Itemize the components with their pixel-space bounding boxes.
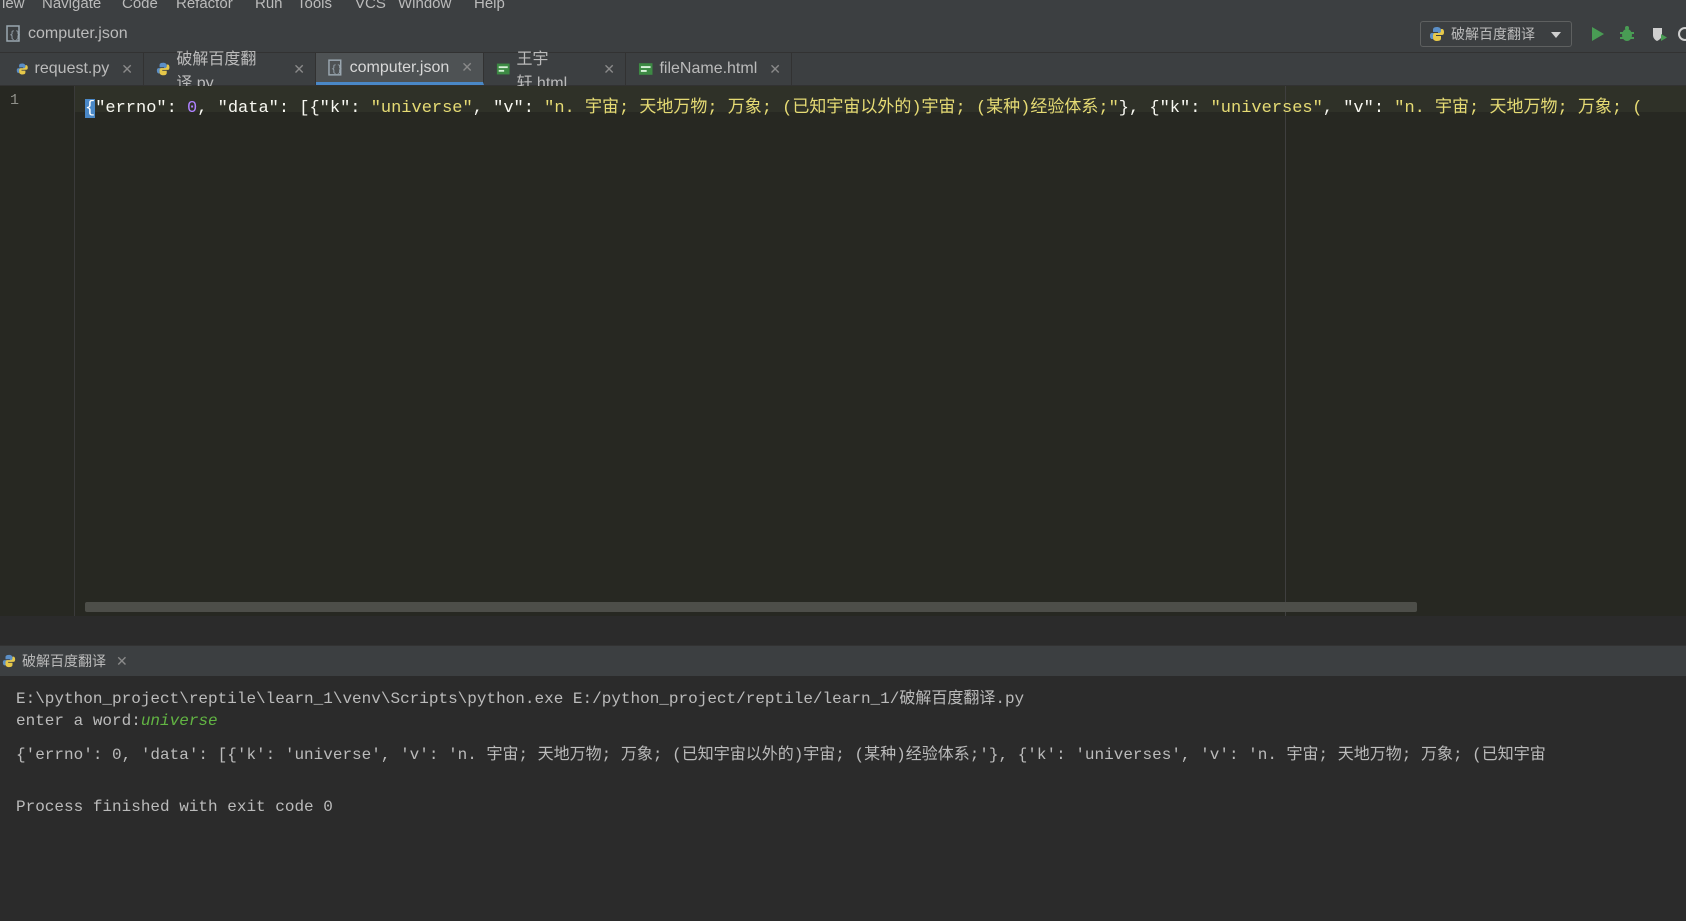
code-token-key: "v" <box>493 99 524 118</box>
coverage-icon[interactable] <box>1650 25 1668 43</box>
menu-vcs[interactable]: VCS <box>355 0 386 12</box>
code-token: : [{ <box>278 99 320 118</box>
python-icon <box>2 654 16 668</box>
tab-computer-json[interactable]: {} computer.json ✕ <box>316 53 484 85</box>
code-editor[interactable]: 1 {"errno": 0, "data": [{"k": "universe"… <box>0 86 1686 616</box>
code-token-key: "v" <box>1343 99 1374 118</box>
console-line-prompt: enter a word:universe <box>16 712 218 730</box>
svg-text:{}: {} <box>331 63 343 74</box>
code-token-string: "n. 宇宙; 天地万物; 万象; (已知宇宙以外的)宇宙; (某种)经验体系;… <box>544 99 1119 118</box>
code-token-string: "universes" <box>1210 99 1323 118</box>
run-configuration-name: 破解百度翻译 <box>1451 26 1535 42</box>
code-token: }, { <box>1118 99 1160 118</box>
code-token: : <box>523 99 545 118</box>
tab-wangyuxuan-html[interactable]: 王宇轩.html ✕ <box>484 51 626 92</box>
code-token-key: "k" <box>319 99 351 118</box>
menu-bar: iew Navigate Code Refactor Run Tools VCS… <box>0 0 1686 16</box>
chevron-down-icon <box>1551 32 1561 38</box>
tab-label: fileName.html <box>659 60 758 77</box>
menu-help[interactable]: Help <box>474 0 505 12</box>
code-token-key: "errno" <box>95 99 167 118</box>
run-tab-label: 破解百度翻译 <box>22 653 106 669</box>
console-line-exit: Process finished with exit code 0 <box>16 798 333 816</box>
json-file-icon: {} <box>6 25 21 42</box>
close-icon[interactable]: ✕ <box>293 61 305 78</box>
horizontal-scrollbar[interactable] <box>85 602 1417 612</box>
close-icon[interactable]: ✕ <box>603 61 615 78</box>
code-token: : <box>1373 99 1395 118</box>
menu-view[interactable]: iew <box>2 0 25 12</box>
line-number: 1 <box>10 92 20 109</box>
code-token-string: "n. 宇宙; 天地万物; 万象; ( <box>1394 99 1643 118</box>
more-actions-icon[interactable] <box>1677 25 1686 43</box>
html-file-icon <box>496 63 510 75</box>
breadcrumb[interactable]: {} computer.json <box>6 24 128 44</box>
line-number-gutter: 1 <box>0 86 75 616</box>
run-icon[interactable] <box>1588 25 1606 43</box>
tab-filename-html[interactable]: fileName.html ✕ <box>626 53 792 85</box>
menu-tools[interactable]: Tools <box>297 0 332 12</box>
menu-window[interactable]: Window <box>398 0 451 12</box>
code-token-string: "universe" <box>370 99 473 118</box>
python-icon <box>1430 27 1444 41</box>
console-line-command: E:\python_project\reptile\learn_1\venv\S… <box>16 690 1025 708</box>
python-file-icon <box>16 63 28 75</box>
svg-text:{}: {} <box>9 30 21 41</box>
debug-icon[interactable] <box>1618 25 1636 43</box>
code-line[interactable]: {"errno": 0, "data": [{"k": "universe", … <box>85 92 1642 118</box>
code-token: , <box>1322 99 1344 118</box>
menu-code[interactable]: Code <box>122 0 158 12</box>
run-tool-window-header: 破解百度翻译 ✕ <box>0 645 1686 676</box>
run-configuration-selector[interactable]: 破解百度翻译 <box>1420 21 1572 47</box>
code-token: : <box>1190 99 1211 118</box>
tab-baidu-translate-py[interactable]: 破解百度翻译.py ✕ <box>144 51 316 92</box>
tab-request-py[interactable]: request.py ✕ <box>4 53 144 85</box>
code-token-key: "k" <box>1159 99 1191 118</box>
console-prompt-text: enter a word: <box>16 712 141 730</box>
code-token: , <box>197 99 218 118</box>
code-token: , <box>472 99 494 118</box>
console-output[interactable]: E:\python_project\reptile\learn_1\venv\S… <box>0 676 1686 921</box>
tab-label: computer.json <box>349 58 450 76</box>
tab-label: request.py <box>34 60 110 77</box>
menu-navigate[interactable]: Navigate <box>42 0 101 12</box>
code-token-key: "data" <box>217 99 279 118</box>
menu-run[interactable]: Run <box>255 0 283 12</box>
text-caret: { <box>85 99 96 118</box>
html-file-icon <box>638 63 653 75</box>
close-icon[interactable]: ✕ <box>121 61 133 78</box>
console-user-input: universe <box>140 712 218 730</box>
close-icon[interactable]: ✕ <box>769 61 781 78</box>
breadcrumb-file[interactable]: computer.json <box>28 25 128 43</box>
run-tab[interactable]: 破解百度翻译 ✕ <box>0 646 136 676</box>
menu-refactor[interactable]: Refactor <box>176 0 233 12</box>
editor-tabs: request.py ✕ 破解百度翻译.py ✕ {} computer.jso… <box>0 51 1686 92</box>
right-margin-guide <box>1285 86 1286 616</box>
close-icon[interactable]: ✕ <box>116 653 128 670</box>
code-token: : <box>166 99 188 118</box>
json-file-icon: {} <box>328 58 343 76</box>
code-token: : <box>350 99 371 118</box>
close-icon[interactable]: ✕ <box>461 59 473 76</box>
code-token-number: 0 <box>187 99 198 118</box>
console-line-result: {'errno': 0, 'data': [{'k': 'universe', … <box>16 746 1546 764</box>
python-file-icon <box>156 62 170 76</box>
